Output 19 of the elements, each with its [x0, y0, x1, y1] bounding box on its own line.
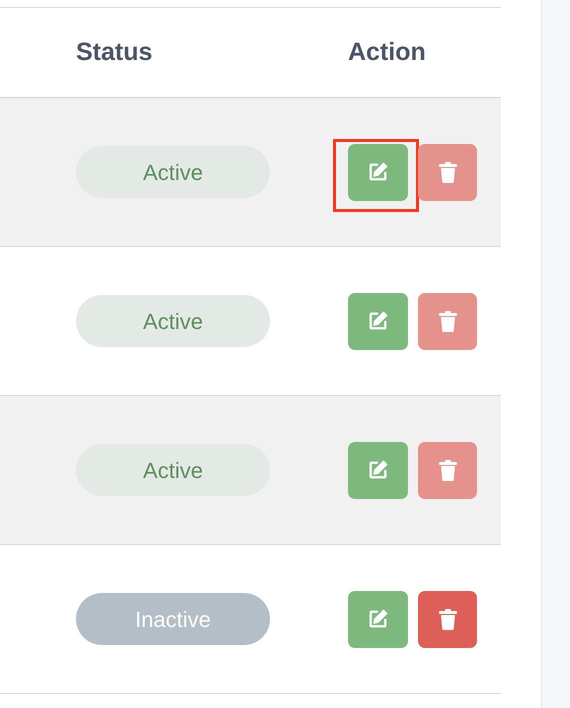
trash-icon: [438, 161, 458, 183]
edit-icon: [367, 608, 389, 630]
edit-button[interactable]: [348, 292, 408, 350]
edit-button[interactable]: [348, 144, 408, 200]
edit-icon: [367, 310, 389, 332]
status-badge: Active: [76, 295, 270, 347]
status-badge: Active: [76, 146, 270, 198]
status-badge: Active: [76, 444, 270, 496]
edit-icon: [367, 459, 389, 481]
edit-button[interactable]: [348, 442, 408, 498]
status-badge: Inactive: [76, 593, 270, 645]
column-header: Action: [348, 38, 426, 66]
edit-icon: [367, 161, 389, 183]
column-header: Status: [76, 38, 152, 66]
delete-button[interactable]: [418, 590, 477, 648]
trash-icon: [438, 459, 458, 481]
trash-icon: [438, 608, 458, 630]
trash-icon: [438, 310, 458, 332]
edit-button[interactable]: [348, 590, 408, 648]
